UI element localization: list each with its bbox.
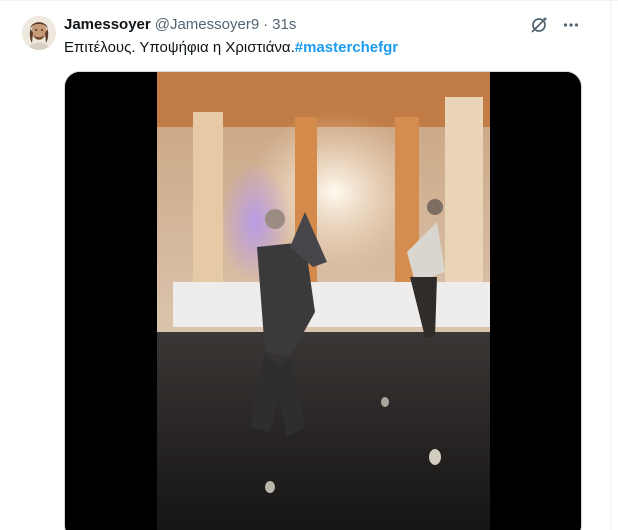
grok-icon[interactable] xyxy=(528,14,550,36)
divider xyxy=(0,0,618,1)
divider xyxy=(610,0,611,530)
tweet-header: Jamessoyer @Jamessoyer9 · 31s xyxy=(64,15,296,35)
video-media[interactable] xyxy=(64,71,582,530)
tweet-body: Επιτέλους. Υποψήφια η Χριστιάνα. xyxy=(64,39,295,56)
timestamp[interactable]: 31s xyxy=(272,15,296,35)
more-icon[interactable] xyxy=(560,14,582,36)
separator-dot: · xyxy=(263,16,269,33)
tweet-text: Επιτέλους. Υποψήφια η Χριστιάνα.#masterc… xyxy=(64,38,398,58)
user-handle[interactable]: @Jamessoyer9 xyxy=(155,15,259,35)
hashtag-link[interactable]: #masterchefgr xyxy=(295,39,398,56)
tweet[interactable]: Jamessoyer @Jamessoyer9 · 31s Επιτέλους.… xyxy=(0,0,618,530)
video-frame xyxy=(65,72,581,530)
tweet-actions xyxy=(528,14,582,36)
avatar[interactable] xyxy=(22,16,56,50)
display-name[interactable]: Jamessoyer xyxy=(64,15,151,35)
